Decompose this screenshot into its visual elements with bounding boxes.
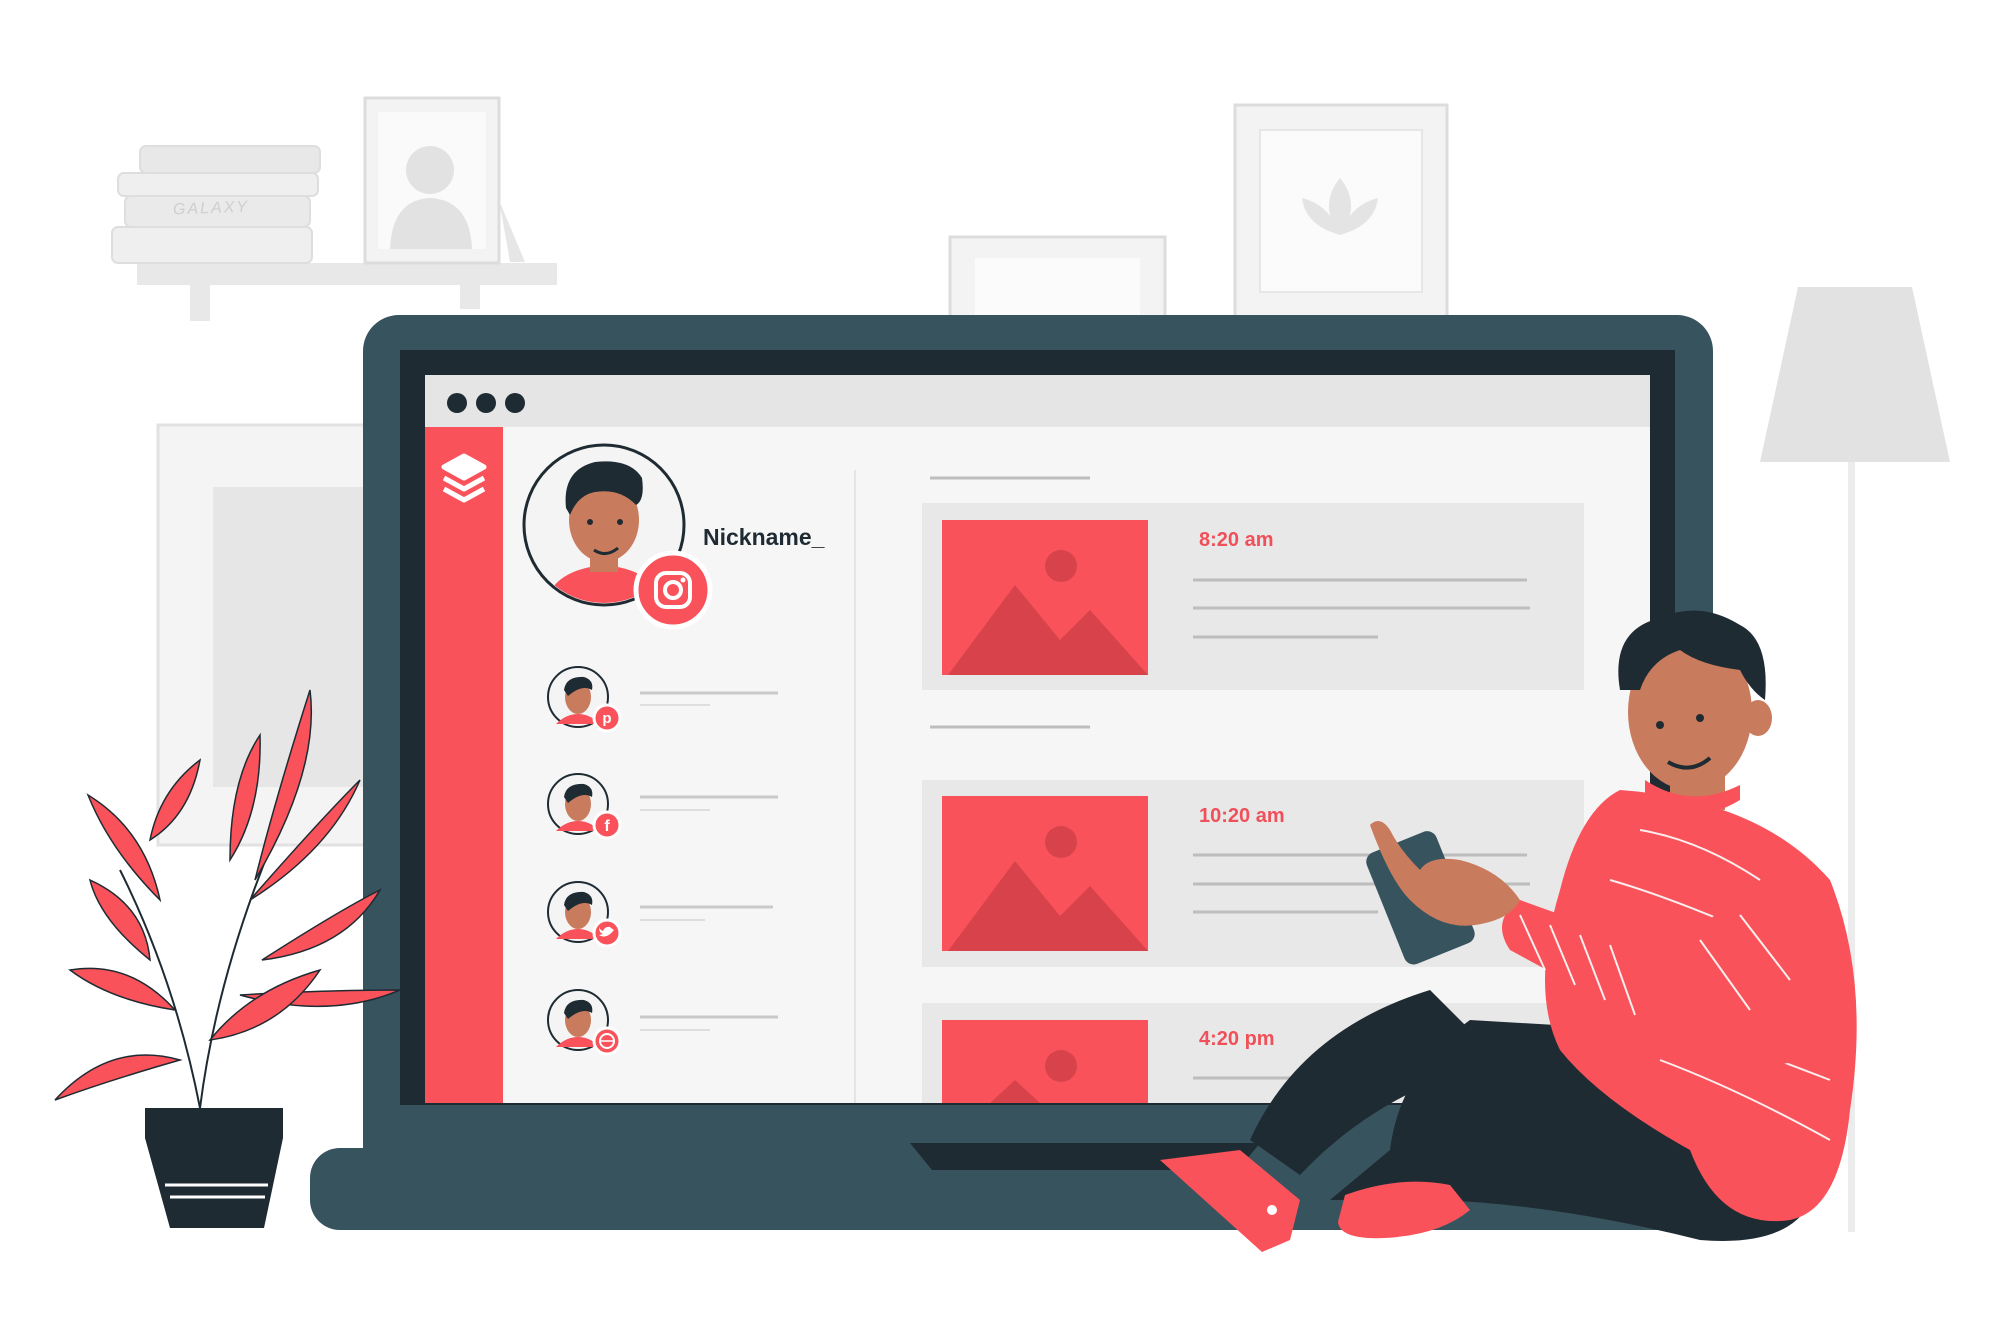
wall-shelf [137, 263, 557, 285]
photo-frame [363, 96, 525, 265]
illustration: p f [54, 96, 1950, 1252]
profile-nickname[interactable]: Nickname_ [703, 524, 824, 551]
book-spine-label: GALAXY [172, 198, 250, 219]
post-time-3: 4:20 pm [1199, 1028, 1275, 1050]
browser-titlebar [425, 375, 1650, 427]
svg-text:p: p [602, 710, 611, 727]
plant-pot [145, 1108, 283, 1228]
post-time-2: 10:20 am [1199, 805, 1285, 827]
instagram-icon[interactable] [633, 550, 713, 630]
svg-text:f: f [604, 818, 610, 835]
window-dot-minimize[interactable] [476, 393, 496, 413]
sidebar [425, 427, 503, 1103]
post-time-1: 8:20 am [1199, 529, 1274, 551]
wall-frame-plant [1233, 103, 1449, 319]
browser-window: p f [425, 375, 1650, 1103]
window-dot-maximize[interactable] [505, 393, 525, 413]
image-placeholder-icon [942, 1020, 1148, 1103]
wall-frame-small [948, 235, 1167, 319]
window-dot-close[interactable] [447, 393, 467, 413]
feed [922, 476, 1584, 1103]
